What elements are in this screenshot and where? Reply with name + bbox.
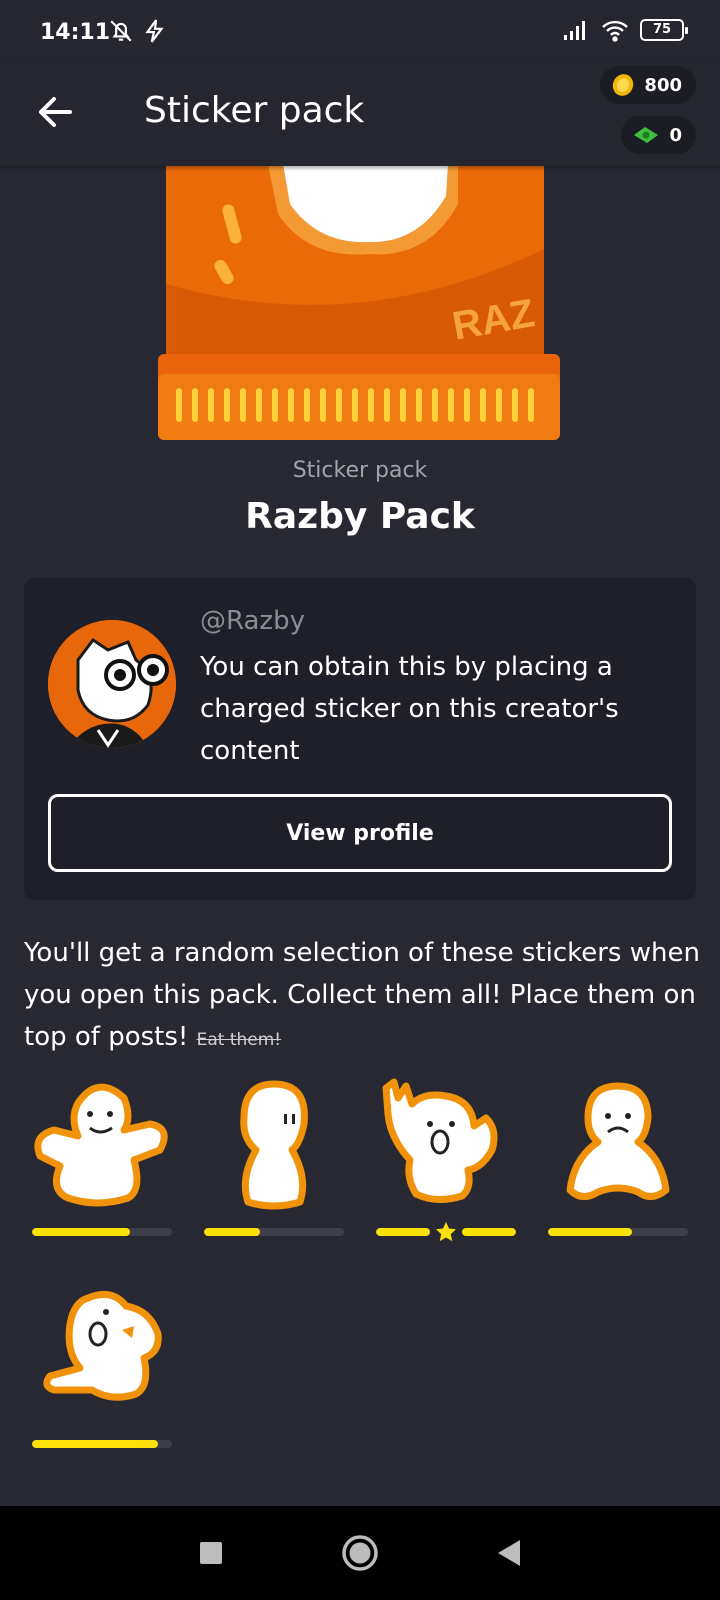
creator-avatar[interactable]	[48, 620, 176, 748]
creator-card: @Razby You can obtain this by placing a …	[24, 578, 696, 900]
creator-handle[interactable]: @Razby	[200, 606, 305, 636]
cash-icon	[634, 127, 659, 143]
status-bar: 14:11 75	[0, 0, 720, 62]
back-arrow-icon[interactable]	[30, 86, 82, 138]
sticker-rock-on[interactable]	[376, 1078, 516, 1248]
coins-balance[interactable]: 800	[600, 66, 696, 104]
pack-subtitle: Sticker pack	[292, 458, 428, 483]
sticker-sad[interactable]	[548, 1078, 688, 1248]
sticker-sitting[interactable]	[32, 1078, 172, 1248]
sticker-sitting-image	[34, 1083, 168, 1207]
sticker-progress-fill	[32, 1440, 158, 1448]
sticker-progress-fill-left	[376, 1228, 430, 1236]
status-icons-left	[108, 18, 168, 44]
sticker-standing[interactable]	[204, 1078, 344, 1248]
sticker-standing-image	[240, 1080, 308, 1210]
sticker-progress-fill	[548, 1228, 632, 1236]
wifi-icon	[602, 20, 628, 42]
sticker-pointing-image	[43, 1290, 162, 1401]
pack-description: You'll get a random selection of these s…	[24, 932, 704, 1061]
back-nav-button[interactable]	[486, 1530, 532, 1576]
pack-cover-image: RAZ	[158, 164, 560, 440]
cash-count: 0	[669, 124, 682, 146]
bell-off-icon	[110, 20, 132, 42]
sticker-progress-fill-right	[462, 1228, 516, 1236]
coin-icon	[613, 74, 634, 96]
sticker-progress-bar	[204, 1228, 344, 1236]
sticker-progress-fill	[204, 1228, 260, 1236]
bolt-icon	[145, 19, 164, 43]
pack-description-strikethrough: Eat them!	[196, 1030, 282, 1050]
signal-icon	[564, 21, 585, 40]
sticker-sad-image	[566, 1082, 670, 1200]
page-title: Sticker pack	[144, 90, 365, 131]
completed-star-icon	[436, 1222, 456, 1242]
sticker-progress-bar	[32, 1228, 172, 1236]
cash-balance[interactable]: 0	[621, 116, 696, 154]
app-bar: Sticker pack 800 0	[0, 62, 720, 166]
status-icons-right: 75	[562, 18, 688, 42]
creator-avatar-image	[48, 620, 176, 748]
sticker-progress-bar	[32, 1440, 172, 1448]
sticker-progress-bar	[548, 1228, 688, 1236]
system-nav-bar	[0, 1506, 720, 1600]
sticker-progress-fill	[32, 1228, 130, 1236]
sticker-rock-on-image	[382, 1078, 498, 1203]
creator-description: You can obtain this by placing a charged…	[200, 652, 619, 766]
pack-description-text: You'll get a random selection of these s…	[24, 938, 700, 1052]
recents-button[interactable]	[188, 1530, 234, 1576]
view-profile-button[interactable]: View profile	[48, 794, 672, 872]
status-time: 14:11	[40, 20, 111, 45]
sticker-pointing[interactable]	[32, 1290, 172, 1460]
battery-icon: 75	[640, 19, 688, 41]
coins-count: 800	[644, 74, 682, 96]
pack-title: Razby Pack	[245, 496, 475, 537]
home-button[interactable]	[337, 1530, 383, 1576]
